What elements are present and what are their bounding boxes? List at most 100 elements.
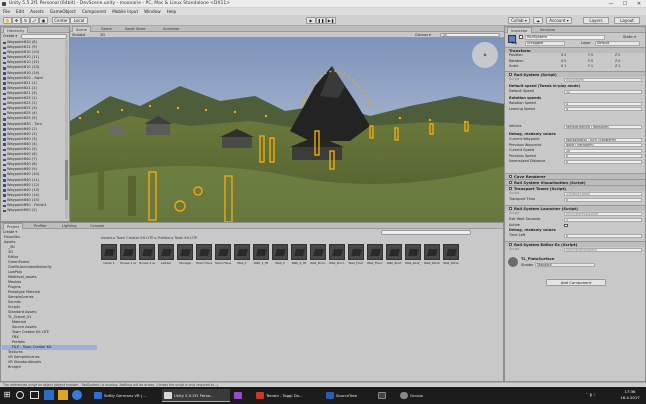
- menu-component[interactable]: Component: [82, 8, 106, 15]
- asset-tile[interactable]: Town House..: [196, 244, 212, 268]
- pivot-center-button[interactable]: Center: [52, 17, 70, 24]
- tab-services[interactable]: Services: [537, 27, 558, 33]
- editor-ex-checkbox[interactable]: [509, 243, 512, 246]
- rect-tool-icon[interactable]: ▣: [39, 17, 48, 24]
- tab-lighting[interactable]: Lighting: [59, 223, 80, 229]
- scene-search-input[interactable]: All: [440, 33, 500, 37]
- clock[interactable]: 17:36 16.4.2017: [616, 389, 644, 401]
- asset-tile[interactable]: Wall_Roof_B..: [405, 244, 421, 268]
- asset-tile[interactable]: Wall_Floor..: [367, 244, 383, 268]
- project-create-button[interactable]: Create ▾: [3, 230, 19, 235]
- tab-hierarchy[interactable]: Hierarchy: [3, 27, 29, 33]
- hierarchy-search-input[interactable]: [21, 34, 67, 39]
- asset-tile[interactable]: Cellar 1: [101, 244, 117, 268]
- task-softly-germans[interactable]: Softly Germans VR | ...: [92, 389, 160, 402]
- leaning-speed-field[interactable]: 4: [564, 107, 642, 112]
- shading-mode-dropdown[interactable]: Shaded: [72, 32, 85, 38]
- hand-tool-icon[interactable]: ✋: [3, 17, 12, 24]
- step-button[interactable]: ▶❚: [326, 17, 336, 24]
- rotate-tool-icon[interactable]: ↻: [21, 17, 30, 24]
- hierarchy-create-button[interactable]: Create ▾: [3, 34, 19, 39]
- asset-tile[interactable]: Wall_Door..: [310, 244, 326, 268]
- scene-gizmo[interactable]: ◈: [472, 42, 498, 68]
- object-name-field[interactable]: RailSystem: [525, 34, 605, 40]
- active-checkbox[interactable]: [519, 35, 523, 39]
- asset-tile[interactable]: Wall_1_Ht: [253, 244, 269, 268]
- menu-mobile-input[interactable]: Mobile Input: [112, 8, 138, 15]
- scene-view[interactable]: Scene Game Asset Store Animator Shaded 2…: [70, 26, 504, 222]
- asset-tile[interactable]: Ladder: [158, 244, 174, 268]
- time-left-field[interactable]: 0: [564, 233, 642, 238]
- current-waypoint-field[interactable]: Waypoint640 - turn (Transform): [564, 137, 642, 142]
- task-app-3[interactable]: [232, 389, 252, 402]
- launcher-checkbox[interactable]: [509, 207, 512, 210]
- launcher-active-checkbox[interactable]: [564, 223, 568, 227]
- previous-waypoint-field[interactable]: None (Transform): [564, 143, 642, 148]
- asset-tile[interactable]: Wall_Roof: [386, 244, 402, 268]
- minimize-button[interactable]: —: [604, 0, 618, 8]
- account-dropdown[interactable]: Account ▾: [546, 17, 572, 24]
- menu-help[interactable]: Help: [167, 8, 177, 15]
- current-speed-field[interactable]: 10: [564, 148, 642, 153]
- asset-tile[interactable]: Wall_1: [234, 244, 250, 268]
- normalized-distance-field[interactable]: 0: [564, 159, 642, 164]
- exit-wait-field[interactable]: 1: [564, 217, 642, 222]
- previous-speed-field[interactable]: 0: [564, 154, 642, 159]
- asset-tile[interactable]: House 2 w..: [139, 244, 155, 268]
- tab-profiler[interactable]: Profiler: [31, 223, 50, 229]
- gizmos-dropdown[interactable]: Gizmos ▾: [415, 32, 431, 38]
- 2d-toggle[interactable]: 2D: [100, 32, 105, 38]
- asset-tile[interactable]: House 1 w..: [120, 244, 136, 268]
- add-component-button[interactable]: Add Component: [546, 279, 606, 286]
- pivot-local-button[interactable]: Local: [70, 17, 88, 24]
- move-tool-icon[interactable]: ✥: [12, 17, 21, 24]
- tray-icons[interactable]: ⌃ ▮ ♪: [585, 392, 615, 398]
- asset-tile[interactable]: Town House..: [215, 244, 231, 268]
- visualisation-checkbox[interactable]: [509, 181, 512, 184]
- tab-console[interactable]: Console: [87, 223, 107, 229]
- windows-start-icon[interactable]: ⊞: [2, 390, 12, 400]
- scale-tool-icon[interactable]: ⤢: [30, 17, 39, 24]
- search-icon[interactable]: [16, 391, 24, 399]
- static-dropdown[interactable]: Static ▾: [623, 35, 636, 39]
- layer-dropdown[interactable]: Default: [595, 41, 640, 46]
- asset-tile[interactable]: Wall_2: [272, 244, 288, 268]
- layers-dropdown[interactable]: Layers: [583, 17, 609, 24]
- project-search-input[interactable]: [381, 230, 471, 235]
- rail-system-enabled-checkbox[interactable]: [509, 73, 512, 76]
- asset-tile[interactable]: Storage: [177, 244, 193, 268]
- play-button[interactable]: ▶: [306, 17, 316, 24]
- tab-inspector[interactable]: Inspector: [507, 27, 532, 33]
- transport-tower-checkbox[interactable]: [509, 187, 512, 190]
- tag-dropdown[interactable]: Untagged: [525, 41, 565, 46]
- close-button[interactable]: ✕: [632, 0, 646, 8]
- scale-x[interactable]: X 1: [561, 64, 566, 70]
- asset-tile[interactable]: Wall_Window: [424, 244, 440, 268]
- layout-dropdown[interactable]: Layout: [614, 17, 640, 24]
- edge-browser-icon[interactable]: [44, 390, 54, 400]
- chrome-icon[interactable]: [72, 390, 82, 400]
- shader-dropdown[interactable]: Standard: [535, 262, 595, 267]
- scale-y[interactable]: Y 1: [588, 64, 593, 70]
- hierarchy-scrollbar[interactable]: [65, 40, 68, 219]
- asset-tile[interactable]: Wall_Windo..: [443, 244, 459, 268]
- task-terrain-toggl[interactable]: Terrain - Toggl Do...: [254, 389, 322, 402]
- task-app-6[interactable]: [376, 389, 396, 402]
- vehicle-field[interactable]: VehicleLeaning (Transform): [564, 124, 642, 129]
- task-view-icon[interactable]: [30, 391, 39, 399]
- menu-assets[interactable]: Assets: [30, 8, 44, 15]
- asset-tile[interactable]: Wall_Door..: [329, 244, 345, 268]
- scale-z[interactable]: Z 1: [615, 64, 620, 70]
- rotation-speed-field[interactable]: 4: [564, 101, 642, 106]
- asset-tile[interactable]: Wall_2_Ht: [291, 244, 307, 268]
- project-folder[interactable]: Rrnight: [2, 365, 97, 370]
- menu-gameobject[interactable]: GameObject: [50, 8, 76, 15]
- menu-window[interactable]: Window: [144, 8, 161, 15]
- transport-time-field[interactable]: 0: [564, 197, 642, 202]
- collab-button[interactable]: Collab ▾: [508, 17, 530, 24]
- tab-project[interactable]: Project: [3, 223, 24, 229]
- task-oculus[interactable]: Oculus: [398, 389, 438, 402]
- maximize-button[interactable]: ☐: [618, 0, 632, 8]
- hierarchy-item[interactable]: Waypoint650 (2): [3, 208, 64, 213]
- menu-file[interactable]: File: [3, 8, 10, 15]
